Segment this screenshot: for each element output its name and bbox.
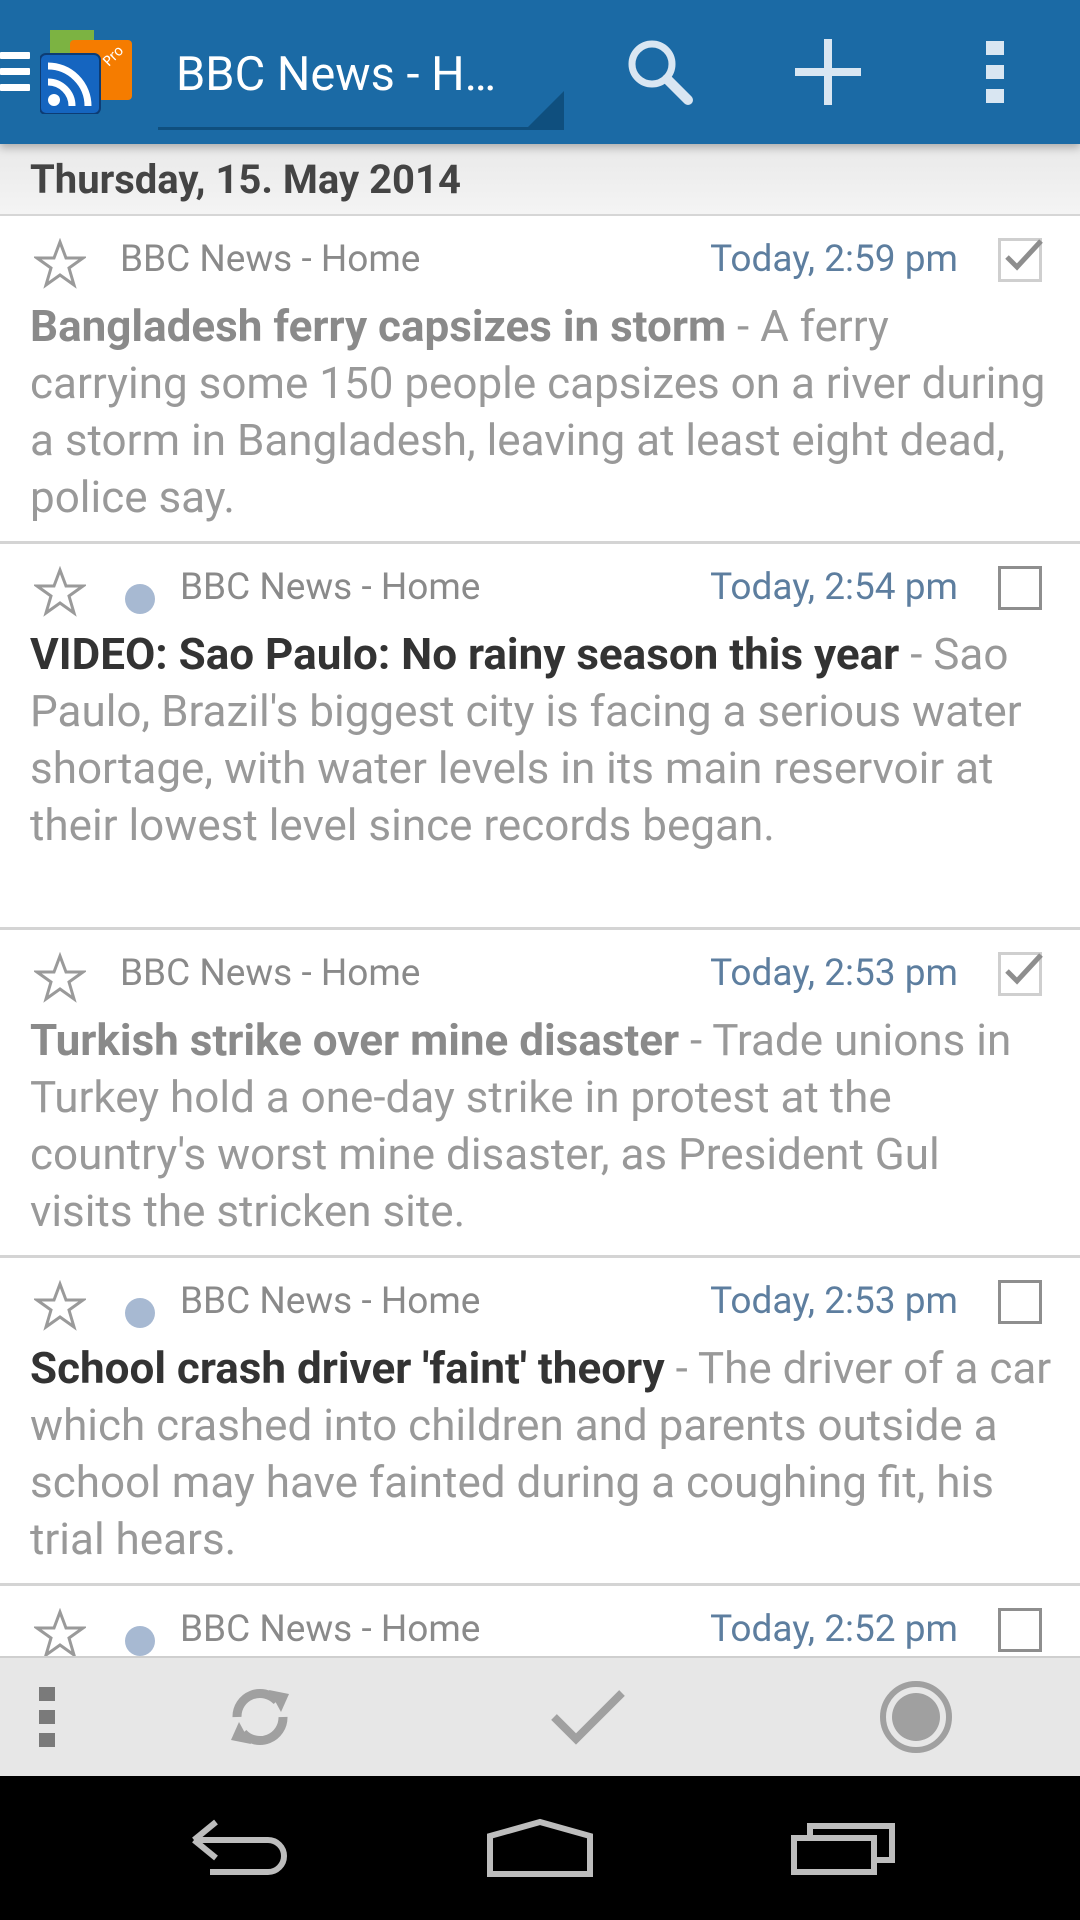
action-bar: Pro BBC News - H…: [0, 0, 1080, 144]
unread-filter-button[interactable]: [856, 1658, 976, 1776]
article-time: Today, 2:52 pm: [710, 1608, 958, 1651]
read-checkbox[interactable]: [998, 566, 1042, 610]
app-screen: Pro BBC News - H… Thursday, 15. May 2014…: [0, 0, 1080, 1920]
unread-indicator: [125, 1626, 155, 1656]
checkmark-icon: [551, 1690, 625, 1745]
search-button[interactable]: [610, 24, 710, 120]
article-item[interactable]: BBC News - Home Today, 2:53 pm Turkish s…: [0, 930, 1080, 1258]
home-icon: [487, 1818, 593, 1877]
unread-indicator: [125, 584, 155, 614]
article-time: Today, 2:54 pm: [710, 566, 958, 609]
read-checkbox[interactable]: [998, 1280, 1042, 1324]
refresh-icon: [231, 1689, 289, 1745]
star-outline-icon[interactable]: [34, 1608, 86, 1656]
star-outline-icon[interactable]: [34, 238, 86, 290]
article-separator: -: [899, 628, 934, 680]
article-text: Bangladesh ferry capsizes in storm - A f…: [30, 298, 1052, 526]
back-icon: [192, 1819, 287, 1875]
back-button[interactable]: [160, 1776, 320, 1920]
search-icon: [628, 40, 693, 105]
article-time: Today, 2:53 pm: [710, 952, 958, 995]
date-label: Thursday, 15. May 2014: [30, 156, 461, 203]
overflow-menu-button[interactable]: [946, 24, 1046, 120]
checkmark-icon: [1005, 953, 1043, 985]
unread-indicator: [125, 1298, 155, 1328]
article-title: VIDEO: Sao Paulo: No rainy season this y…: [30, 628, 900, 680]
refresh-button[interactable]: [200, 1658, 320, 1776]
article-item[interactable]: BBC News - Home Today, 2:52 pm: [0, 1586, 1080, 1656]
hamburger-icon[interactable]: [0, 48, 30, 96]
article-title: Turkish strike over mine disaster: [30, 1014, 680, 1066]
system-navigation-bar: [0, 1776, 1080, 1920]
article-separator: -: [664, 1342, 698, 1394]
feed-name: BBC News - Home: [180, 1608, 481, 1651]
date-section-header: Thursday, 15. May 2014: [0, 144, 1080, 216]
feed-selector-spinner[interactable]: BBC News - H…: [158, 24, 564, 130]
bottom-toolbar: [0, 1656, 1080, 1776]
add-feed-button[interactable]: [778, 24, 878, 120]
article-separator: -: [726, 300, 761, 352]
article-text: VIDEO: Sao Paulo: No rainy season this y…: [30, 626, 1052, 854]
home-button[interactable]: [460, 1776, 620, 1920]
feed-name: BBC News - Home: [120, 952, 421, 995]
plus-icon: [795, 39, 861, 105]
star-outline-icon[interactable]: [34, 1280, 86, 1332]
article-list[interactable]: BBC News - Home Today, 2:59 pm Banglades…: [0, 216, 1080, 1656]
overflow-menu-icon: [986, 41, 1004, 103]
radio-icon: [880, 1681, 952, 1753]
feed-name: BBC News - Home: [180, 566, 481, 609]
feed-name: BBC News - Home: [180, 1280, 481, 1323]
recents-button[interactable]: [764, 1776, 924, 1920]
article-title: Bangladesh ferry capsizes in storm: [30, 300, 727, 352]
article-text: School crash driver 'faint' theory - The…: [30, 1340, 1052, 1568]
feed-name: BBC News - Home: [120, 238, 421, 281]
read-checkbox[interactable]: [998, 1608, 1042, 1652]
overflow-menu-icon: [39, 1687, 55, 1747]
read-checkbox[interactable]: [998, 952, 1043, 996]
article-item[interactable]: BBC News - Home Today, 2:53 pm School cr…: [0, 1258, 1080, 1586]
checkmark-icon: [1005, 239, 1043, 271]
mark-all-read-button[interactable]: [528, 1658, 648, 1776]
article-separator: -: [679, 1014, 713, 1066]
feed-title: BBC News - H…: [176, 47, 497, 102]
spinner-arrow-icon: [528, 91, 564, 127]
article-text: Turkish strike over mine disaster - Trad…: [30, 1012, 1052, 1240]
rss-app-icon[interactable]: Pro: [39, 30, 136, 115]
bottom-overflow-button[interactable]: [0, 1658, 108, 1776]
star-outline-icon[interactable]: [34, 566, 86, 618]
read-checkbox[interactable]: [998, 238, 1043, 282]
recents-icon: [791, 1823, 895, 1875]
article-item[interactable]: BBC News - Home Today, 2:54 pm VIDEO: Sa…: [0, 544, 1080, 930]
article-item[interactable]: BBC News - Home Today, 2:59 pm Banglades…: [0, 216, 1080, 544]
star-outline-icon[interactable]: [34, 952, 86, 1004]
article-time: Today, 2:53 pm: [710, 1280, 958, 1323]
article-time: Today, 2:59 pm: [710, 238, 958, 281]
article-title: School crash driver 'faint' theory: [30, 1342, 665, 1394]
